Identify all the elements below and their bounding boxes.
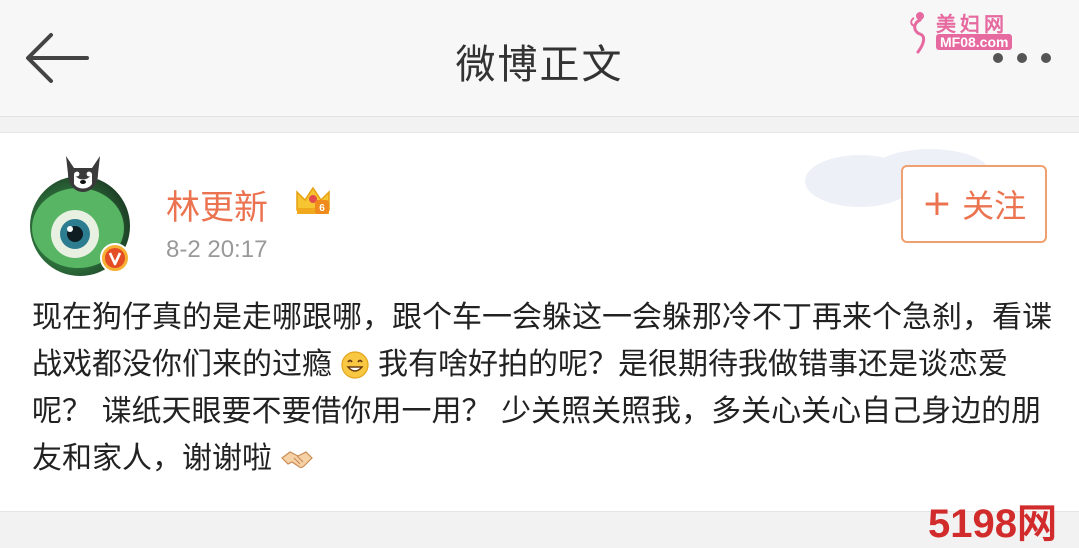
post-timestamp: 8-2 20:17 (166, 236, 268, 263)
watermark-mf08: 美妇网 MF08.com (906, 8, 1032, 56)
plus-icon: + (921, 183, 953, 224)
vip-crown-icon[interactable]: 6 (293, 180, 333, 220)
handshake-emoji (281, 451, 313, 469)
husky-avatar-pendant-icon (66, 156, 100, 192)
verified-v-icon (100, 243, 130, 273)
watermark-5198: 5198网 (928, 502, 1057, 546)
user-avatar[interactable] (30, 154, 140, 276)
watermark-figure-icon (910, 12, 926, 54)
watermark-domain: MF08.com (936, 34, 1013, 50)
follow-label: 关注 (962, 187, 1027, 225)
post-text: 现在狗仔真的是走哪跟哪，跟个车一会躲这一会躲那冷不丁再来个急刹，看谍战戏都没你们… (32, 294, 1052, 482)
watermark-name: 美妇网 (936, 12, 1008, 36)
username[interactable]: 林更新 (166, 180, 268, 229)
svg-text:6: 6 (319, 203, 325, 214)
follow-button[interactable]: + 关注 (901, 165, 1047, 243)
top-nav-bar: 微博正文 美妇网 MF08.com (0, 0, 1079, 117)
grin-emoji (341, 351, 369, 379)
